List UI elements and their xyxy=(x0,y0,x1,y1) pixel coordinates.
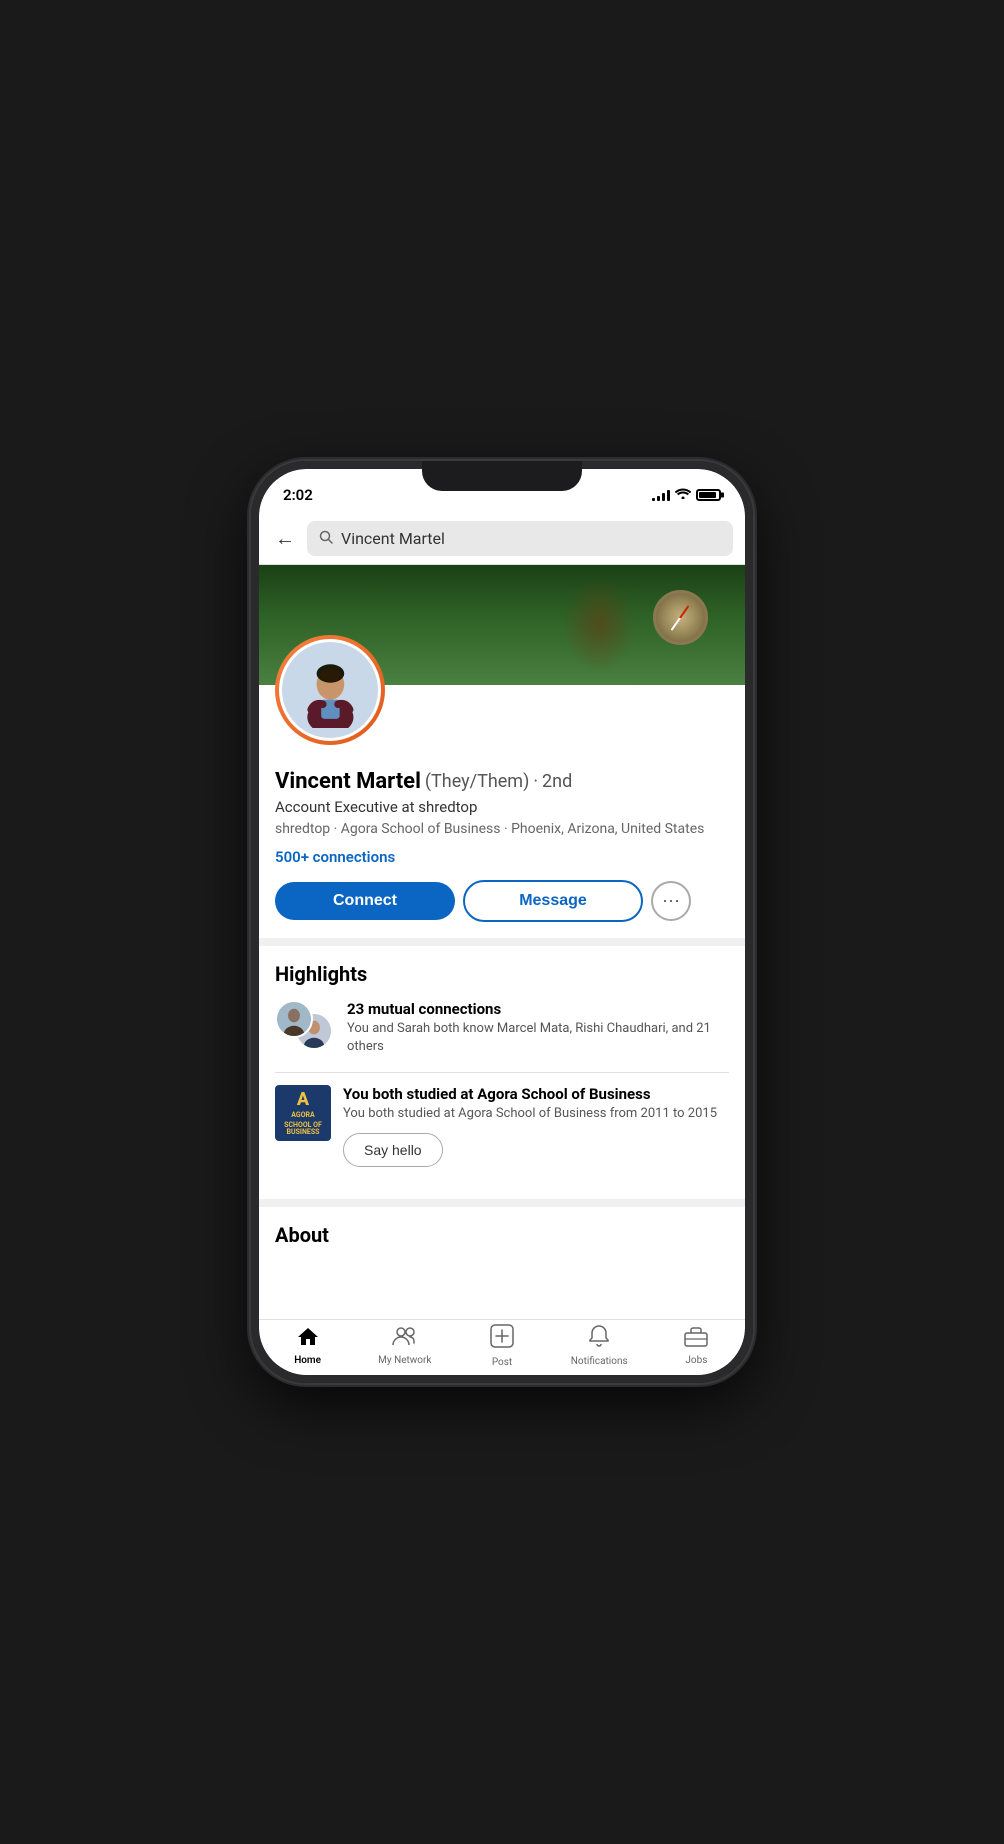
connect-button[interactable]: Connect xyxy=(275,882,455,920)
status-time: 2:02 xyxy=(283,486,313,504)
about-title: About xyxy=(275,1223,729,1247)
say-hello-button[interactable]: Say hello xyxy=(343,1133,443,1167)
phone-screen: 2:02 xyxy=(259,469,745,1375)
more-options-button[interactable]: ··· xyxy=(651,881,691,921)
about-section-peek: About xyxy=(259,1199,745,1263)
highlights-section: Highlights xyxy=(259,946,745,1200)
section-divider-1 xyxy=(259,938,745,946)
nav-notifications[interactable]: Notifications xyxy=(551,1324,648,1371)
school-desc: You both studied at Agora School of Busi… xyxy=(343,1105,729,1123)
profile-info: Vincent Martel (They/Them) · 2nd Account… xyxy=(259,761,745,938)
mutual-avatar-1 xyxy=(275,1000,313,1038)
search-icon xyxy=(319,530,333,548)
home-icon xyxy=(296,1325,320,1353)
battery-icon xyxy=(696,489,721,501)
school-logo-letter: A xyxy=(297,1089,309,1110)
profile-pronouns: (They/Them) xyxy=(425,771,529,792)
mutual-desc: You and Sarah both know Marcel Mata, Ris… xyxy=(347,1020,729,1056)
mutual-connections-highlight: 23 mutual connections You and Sarah both… xyxy=(275,1000,729,1056)
bottom-nav: Home My Network xyxy=(259,1319,745,1375)
message-button[interactable]: Message xyxy=(463,880,643,922)
notch xyxy=(422,461,582,491)
mutual-connections-text: 23 mutual connections You and Sarah both… xyxy=(347,1000,729,1056)
wifi-icon xyxy=(675,487,691,503)
status-icons xyxy=(652,487,721,503)
search-bar[interactable]: Vincent Martel xyxy=(307,521,733,556)
school-logo-name: AGORA xyxy=(291,1112,314,1120)
profile-name-line: Vincent Martel (They/Them) · 2nd xyxy=(275,769,729,794)
more-dots-icon: ··· xyxy=(662,890,680,911)
profile-name: Vincent Martel xyxy=(275,769,421,794)
cover-compass xyxy=(645,580,715,660)
nav-post-label: Post xyxy=(492,1357,512,1368)
avatar-image xyxy=(292,652,369,729)
nav-home-label: Home xyxy=(294,1355,321,1366)
nav-home[interactable]: Home xyxy=(259,1325,356,1370)
profile-title: Account Executive at shredtop xyxy=(275,798,729,816)
school-title: You both studied at Agora School of Busi… xyxy=(343,1085,729,1103)
avatar-ring xyxy=(275,635,385,745)
search-bar-container: ← Vincent Martel xyxy=(259,513,745,565)
nav-my-network-label: My Network xyxy=(378,1355,431,1366)
nav-my-network[interactable]: My Network xyxy=(356,1325,453,1370)
post-icon xyxy=(489,1323,515,1355)
profile-subtitle: shredtop · Agora School of Business · Ph… xyxy=(275,820,729,840)
profile-content: Vincent Martel (They/Them) · 2nd Account… xyxy=(259,565,745,1321)
search-query: Vincent Martel xyxy=(341,529,445,548)
my-network-icon xyxy=(392,1325,418,1353)
profile-degree-value: 2nd xyxy=(542,771,572,792)
avatar xyxy=(279,639,381,741)
school-logo: A AGORA SCHOOL OFBUSINESS xyxy=(275,1085,331,1141)
signal-icon xyxy=(652,489,670,501)
school-text: You both studied at Agora School of Busi… xyxy=(343,1085,729,1167)
highlights-title: Highlights xyxy=(275,962,729,986)
nav-post[interactable]: Post xyxy=(453,1323,550,1372)
action-buttons: Connect Message ··· xyxy=(275,880,729,922)
profile-pic-area xyxy=(259,685,745,761)
nav-jobs[interactable]: Jobs xyxy=(648,1325,745,1370)
school-highlight: A AGORA SCHOOL OFBUSINESS You both studi… xyxy=(275,1085,729,1167)
mutual-avatars xyxy=(275,1000,335,1050)
mutual-count: 23 mutual connections xyxy=(347,1000,729,1018)
notifications-icon xyxy=(588,1324,610,1354)
nav-jobs-label: Jobs xyxy=(685,1355,707,1366)
back-button[interactable]: ← xyxy=(271,522,299,555)
school-logo-subtitle: SCHOOL OFBUSINESS xyxy=(284,1122,322,1137)
connections-link[interactable]: 500+ connections xyxy=(275,848,729,866)
phone-frame: 2:02 xyxy=(251,461,753,1383)
avatar-container xyxy=(275,635,385,745)
highlight-divider xyxy=(275,1072,729,1073)
jobs-icon xyxy=(683,1325,709,1353)
profile-degree: · xyxy=(533,771,538,792)
nav-notifications-label: Notifications xyxy=(571,1356,628,1367)
